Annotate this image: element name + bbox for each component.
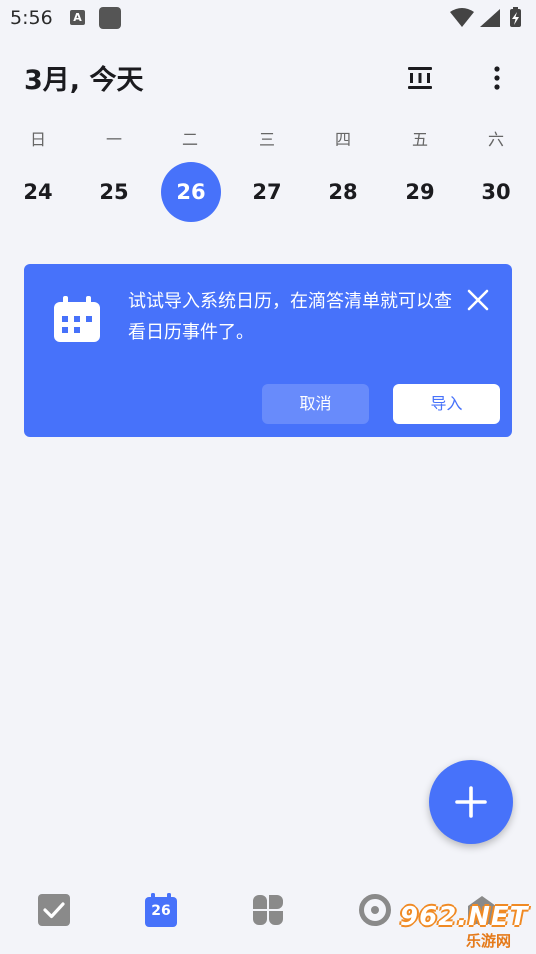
checkbox-icon xyxy=(38,894,70,926)
date-cell[interactable]: 25 xyxy=(84,162,144,222)
calendar-view-icon xyxy=(408,67,432,89)
weekday-label: 三 xyxy=(258,130,275,149)
page-title: 3月, 今天 xyxy=(24,65,144,96)
status-time: 5:56 xyxy=(10,7,53,29)
close-icon xyxy=(467,289,489,311)
date-cell[interactable]: 30 xyxy=(466,162,526,222)
date-cell[interactable]: 24 xyxy=(8,162,68,222)
watermark-text: 962.NET xyxy=(400,902,529,932)
calendar-icon xyxy=(52,294,102,344)
plus-icon xyxy=(455,786,487,818)
clover-grid-icon xyxy=(253,895,283,925)
signal-icon xyxy=(480,9,500,27)
site-watermark-logo: 962.NET 乐游网 xyxy=(394,902,534,954)
more-options-button[interactable] xyxy=(479,60,515,96)
date-cell-selected[interactable]: 26 xyxy=(161,162,221,222)
nav-focus[interactable] xyxy=(355,890,395,930)
battery-icon xyxy=(510,7,521,27)
weekday-label: 一 xyxy=(105,130,122,149)
banner-message: 试试导入系统日历，在滴答清单就可以查看日历事件了。 xyxy=(128,291,452,343)
wifi-icon xyxy=(450,8,474,27)
weekday-label: 日 xyxy=(29,130,46,149)
weekday-label: 五 xyxy=(411,130,428,149)
date-cell[interactable]: 29 xyxy=(390,162,450,222)
cancel-button[interactable]: 取消 xyxy=(262,384,369,424)
date-cell[interactable]: 28 xyxy=(313,162,373,222)
watermark-subtext: 乐游网 xyxy=(466,932,512,950)
weekday-label: 四 xyxy=(334,130,351,149)
pomodoro-icon xyxy=(359,894,391,926)
weekday-label: 二 xyxy=(181,130,198,149)
status-icons xyxy=(448,6,528,30)
weekday-label: 六 xyxy=(487,130,504,149)
more-vertical-icon xyxy=(494,66,500,90)
notification-a-icon: A xyxy=(70,10,85,25)
notification-app-icon xyxy=(99,7,121,29)
calendar-day-icon: 26 xyxy=(143,892,179,928)
nav-tasks[interactable] xyxy=(34,890,74,930)
nav-matrix[interactable] xyxy=(248,890,288,930)
close-banner-button[interactable] xyxy=(464,286,492,314)
nav-calendar[interactable]: 26 xyxy=(141,890,181,930)
date-cell[interactable]: 27 xyxy=(237,162,297,222)
add-task-button[interactable] xyxy=(429,760,513,844)
view-switch-button[interactable] xyxy=(402,60,438,96)
calendar-day-number: 26 xyxy=(151,903,171,919)
status-bar: 5:56 A xyxy=(0,0,536,36)
import-calendar-banner: 试试导入系统日历，在滴答清单就可以查看日历事件了。 取消 导入 xyxy=(24,264,512,437)
import-button[interactable]: 导入 xyxy=(393,384,500,424)
